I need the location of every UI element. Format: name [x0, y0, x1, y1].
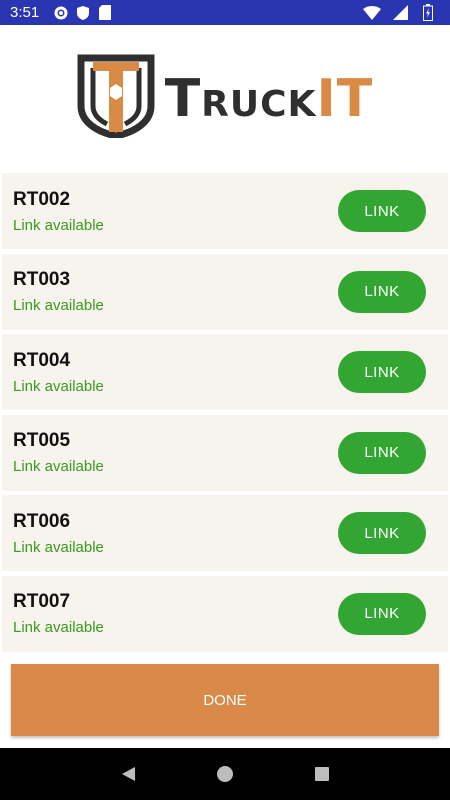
back-icon[interactable] [113, 759, 143, 789]
link-button[interactable]: LINK [338, 431, 426, 474]
signal-icon [390, 4, 410, 22]
shield-icon [73, 4, 93, 22]
list-item: RT007 Link available LINK [2, 575, 448, 652]
link-button[interactable]: LINK [338, 592, 426, 635]
sd-card-icon [95, 4, 115, 22]
item-title: RT005 [13, 430, 71, 451]
link-button[interactable]: LINK [338, 351, 426, 393]
item-title: RT002 [13, 188, 71, 210]
item-title: RT003 [13, 269, 71, 290]
item-status: Link available [13, 377, 104, 395]
item-title: RT006 [13, 510, 71, 532]
logo-text-part2: IT [316, 68, 374, 129]
done-button[interactable]: DONE [11, 664, 439, 736]
logo-emblem-icon [77, 54, 155, 143]
list-item: RT002 Link available LINK [2, 173, 448, 249]
list-item: RT003 Link available LINK [2, 253, 448, 330]
item-status: Link available [13, 216, 104, 234]
list-item: RT006 Link available LINK [2, 495, 448, 571]
link-button[interactable]: LINK [338, 512, 426, 554]
item-status: Link available [13, 458, 104, 475]
vehicle-list: RT002 Link available LINK RT003 Link ava… [2, 173, 448, 656]
recents-icon[interactable] [307, 759, 337, 789]
item-title: RT004 [13, 349, 71, 371]
navigation-bar [0, 748, 450, 800]
item-status: Link available [13, 538, 104, 556]
status-bar: 3:51 [0, 0, 450, 25]
link-button[interactable]: LINK [338, 190, 426, 232]
list-item: RT005 Link available LINK [2, 414, 448, 491]
status-time: 3:51 [10, 4, 40, 21]
logo-text-part1: Truck [164, 68, 317, 129]
link-button[interactable]: LINK [338, 270, 426, 313]
item-status: Link available [13, 619, 104, 636]
wifi-icon [362, 4, 382, 22]
item-title: RT007 [13, 591, 71, 612]
list-item: RT004 Link available LINK [2, 334, 448, 410]
home-icon[interactable] [210, 759, 240, 789]
item-status: Link available [13, 297, 104, 314]
logo: TruckIT [0, 25, 450, 172]
gear-icon [51, 4, 71, 22]
battery-icon [418, 4, 438, 22]
